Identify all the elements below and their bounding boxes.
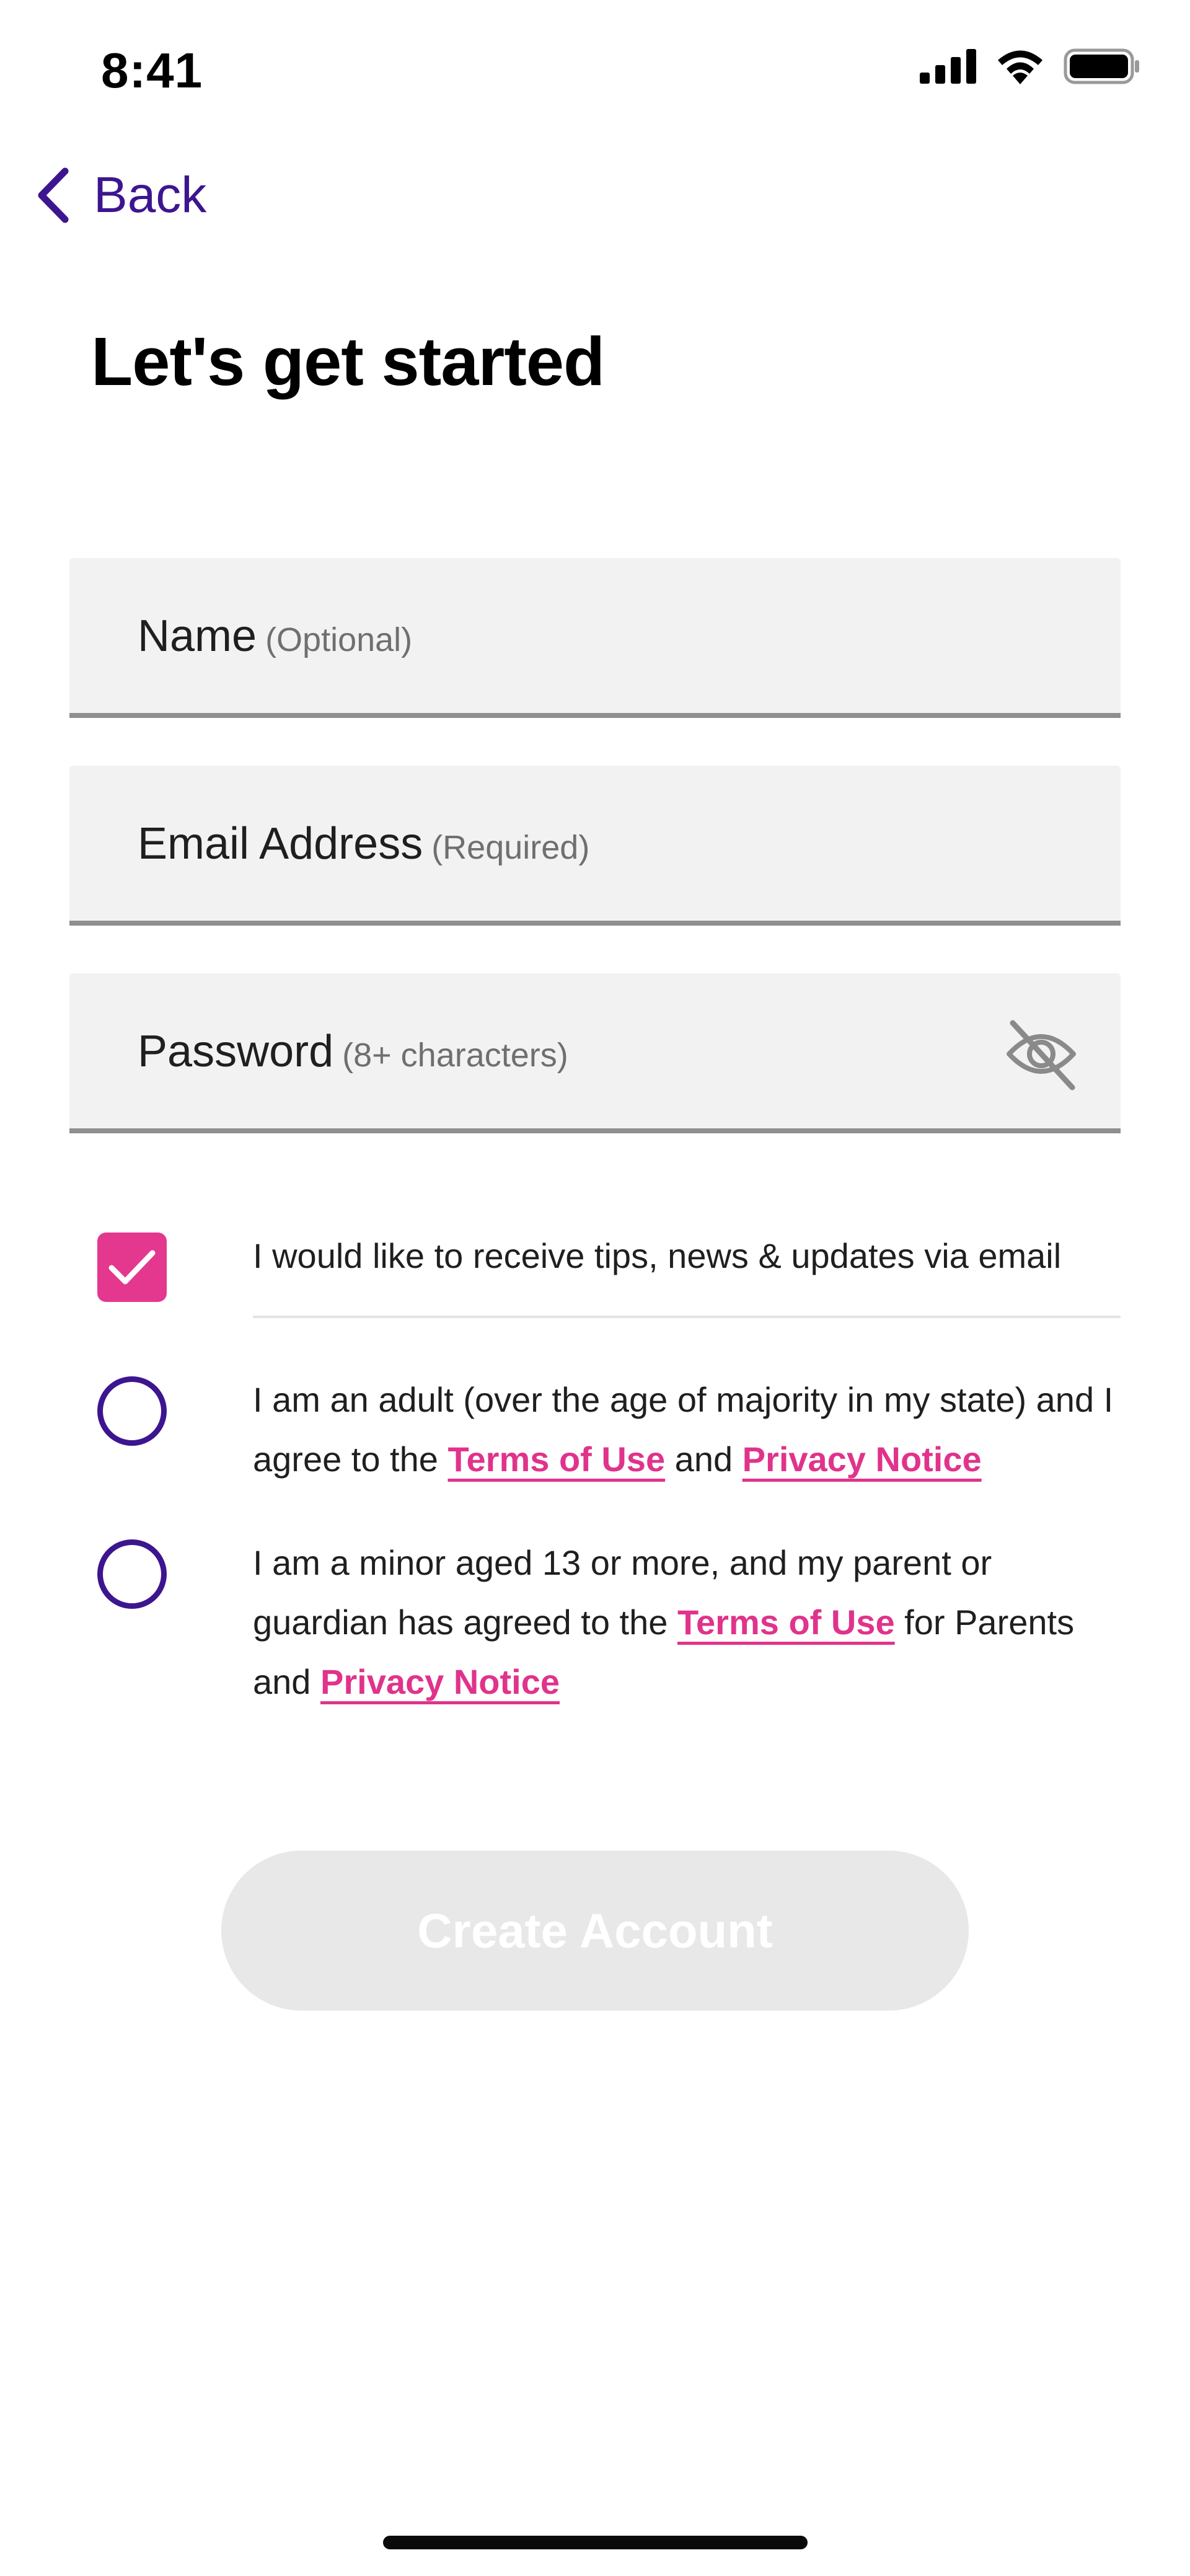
name-hint: (Optional) bbox=[265, 621, 413, 658]
password-hint: (8+ characters) bbox=[342, 1037, 568, 1074]
back-label: Back bbox=[94, 167, 207, 223]
password-field-label: Password (8+ characters) bbox=[138, 1026, 568, 1077]
page-title: Let's get started bbox=[91, 324, 605, 400]
marketing-checkbox[interactable] bbox=[97, 1233, 167, 1302]
checkmark-icon bbox=[108, 1250, 156, 1285]
marketing-option-text: I would like to receive tips, news & upd… bbox=[253, 1236, 1062, 1275]
status-icons bbox=[920, 48, 1140, 84]
home-indicator[interactable] bbox=[383, 2536, 808, 2549]
divider bbox=[253, 1316, 1121, 1318]
email-field[interactable]: Email Address (Required) bbox=[69, 766, 1121, 926]
adult-and-text: and bbox=[674, 1440, 733, 1479]
back-button[interactable]: Back bbox=[34, 166, 206, 224]
create-account-button[interactable]: Create Account bbox=[221, 1851, 969, 2011]
status-bar: 8:41 bbox=[0, 0, 1190, 143]
chevron-left-icon bbox=[38, 167, 69, 223]
status-time: 8:41 bbox=[101, 43, 203, 98]
name-field[interactable]: Name (Optional) bbox=[69, 558, 1121, 718]
email-hint: (Required) bbox=[431, 829, 590, 866]
name-field-label: Name (Optional) bbox=[138, 611, 412, 662]
minor-privacy-link[interactable]: Privacy Notice bbox=[320, 1662, 560, 1701]
password-field[interactable]: Password (8+ characters) bbox=[69, 973, 1121, 1133]
name-label: Name bbox=[138, 611, 257, 661]
adult-option-text: I am an adult (over the age of majority … bbox=[253, 1370, 1121, 1489]
cellular-signal-icon bbox=[920, 49, 976, 84]
minor-option-text: I am a minor aged 13 or more, and my par… bbox=[253, 1533, 1121, 1712]
wifi-icon bbox=[998, 50, 1042, 84]
battery-icon bbox=[1064, 48, 1139, 84]
adult-radio[interactable] bbox=[97, 1376, 167, 1446]
email-field-label: Email Address (Required) bbox=[138, 818, 589, 869]
adult-privacy-link[interactable]: Privacy Notice bbox=[743, 1440, 982, 1479]
minor-radio[interactable] bbox=[97, 1539, 167, 1609]
adult-terms-link[interactable]: Terms of Use bbox=[447, 1440, 665, 1479]
eye-off-icon[interactable] bbox=[1004, 1017, 1078, 1091]
email-label: Email Address bbox=[138, 819, 423, 869]
password-label: Password bbox=[138, 1027, 334, 1076]
minor-terms-link[interactable]: Terms of Use bbox=[677, 1603, 895, 1642]
